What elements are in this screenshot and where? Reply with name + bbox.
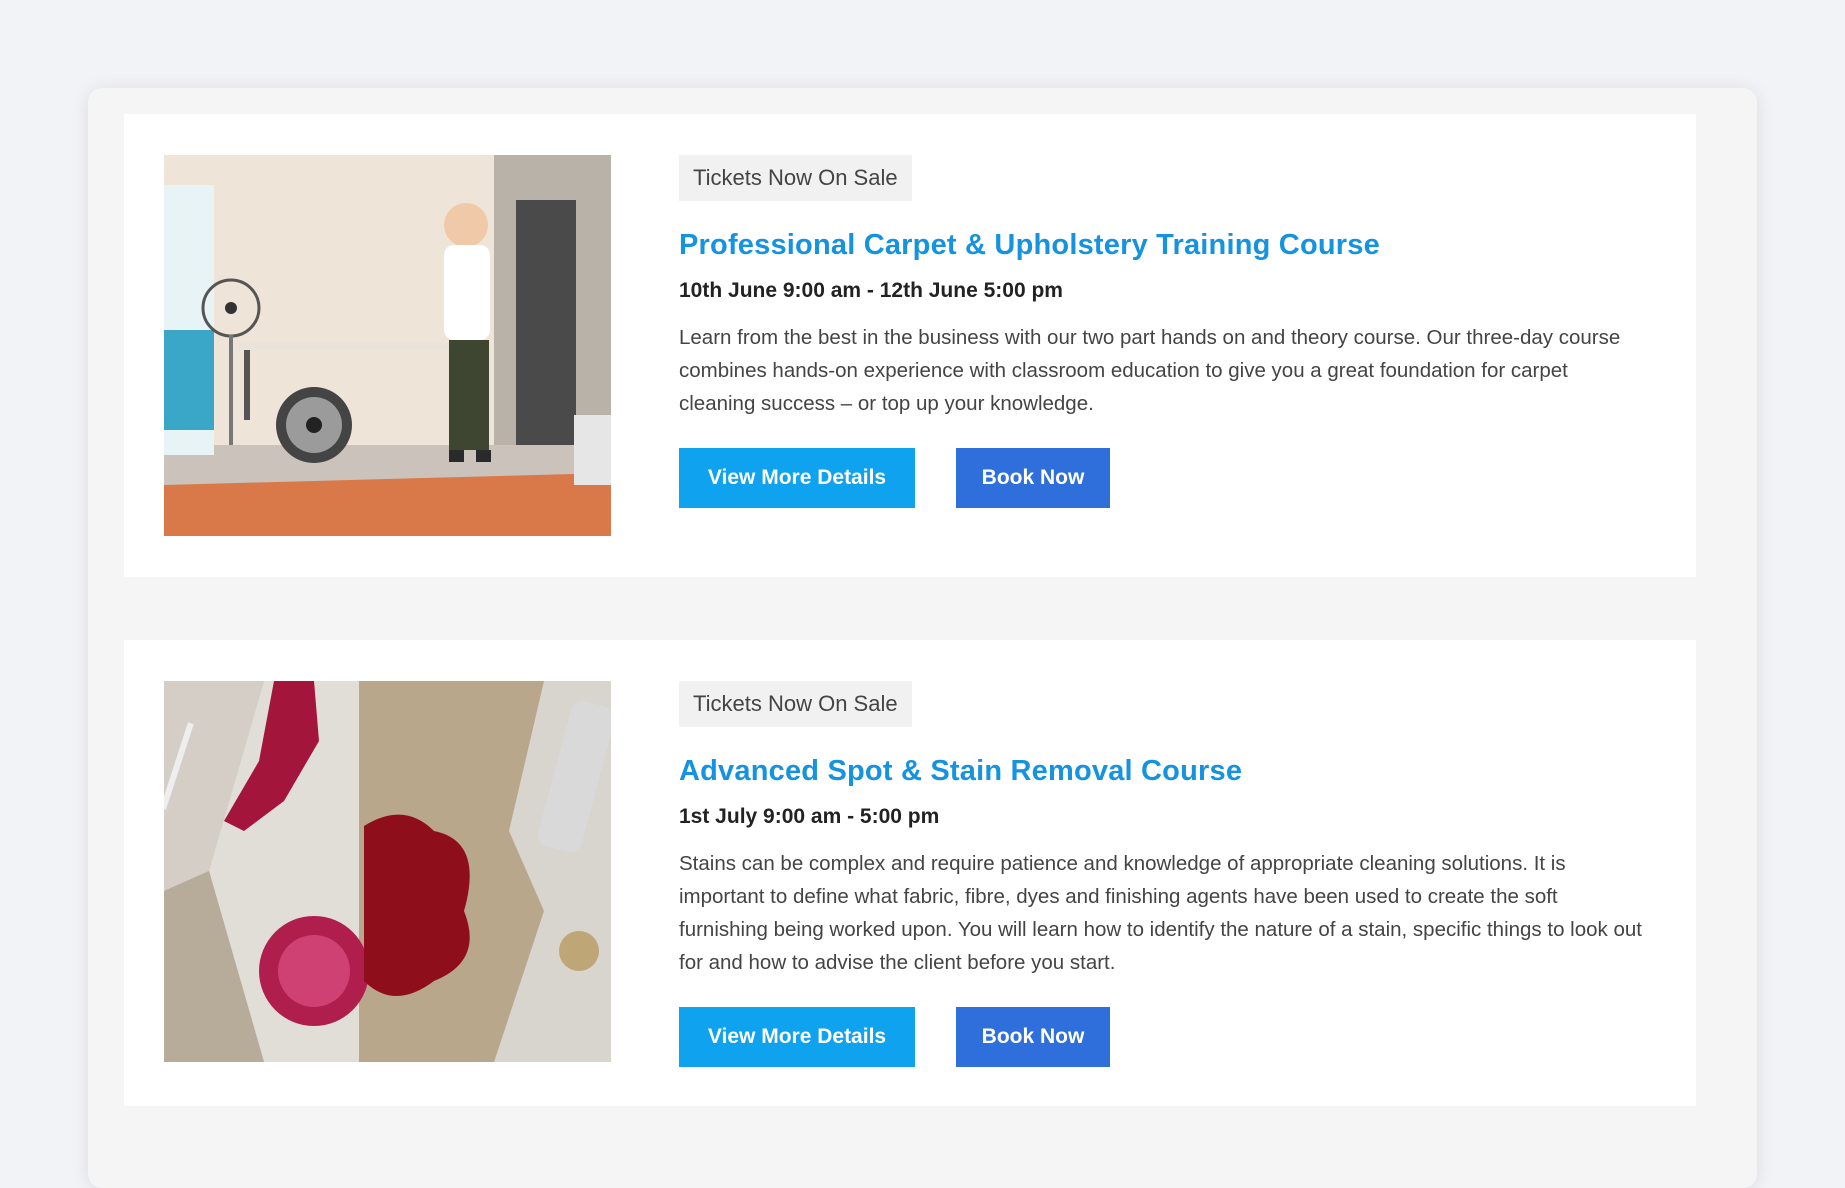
book-now-button[interactable]: Book Now xyxy=(956,448,1110,508)
tickets-badge: Tickets Now On Sale xyxy=(679,155,912,201)
course-card: Tickets Now On Sale Professional Carpet … xyxy=(124,114,1696,577)
course-date: 10th June 9:00 am - 12th June 5:00 pm xyxy=(679,279,1063,302)
course-actions: View More Details Book Now xyxy=(679,1007,1646,1067)
book-now-button[interactable]: Book Now xyxy=(956,1007,1110,1067)
course-list-panel: Tickets Now On Sale Professional Carpet … xyxy=(88,88,1757,1188)
tickets-badge: Tickets Now On Sale xyxy=(679,681,912,727)
course-image-stain[interactable] xyxy=(164,681,611,1062)
course-date: 1st July 9:00 am - 5:00 pm xyxy=(679,805,940,828)
course-image-training[interactable] xyxy=(164,155,611,536)
course-actions: View More Details Book Now xyxy=(679,448,1646,508)
course-title[interactable]: Professional Carpet & Upholstery Trainin… xyxy=(679,227,1646,263)
course-description: Stains can be complex and require patien… xyxy=(679,852,1642,974)
course-content: Tickets Now On Sale Professional Carpet … xyxy=(679,155,1646,508)
course-title[interactable]: Advanced Spot & Stain Removal Course xyxy=(679,753,1646,789)
training-photo xyxy=(164,155,611,536)
course-content: Tickets Now On Sale Advanced Spot & Stai… xyxy=(679,681,1646,1067)
stain-photo xyxy=(164,681,611,1062)
course-description: Learn from the best in the business with… xyxy=(679,326,1621,415)
view-more-details-button[interactable]: View More Details xyxy=(679,1007,915,1067)
course-card: Tickets Now On Sale Advanced Spot & Stai… xyxy=(124,640,1696,1106)
view-more-details-button[interactable]: View More Details xyxy=(679,448,915,508)
